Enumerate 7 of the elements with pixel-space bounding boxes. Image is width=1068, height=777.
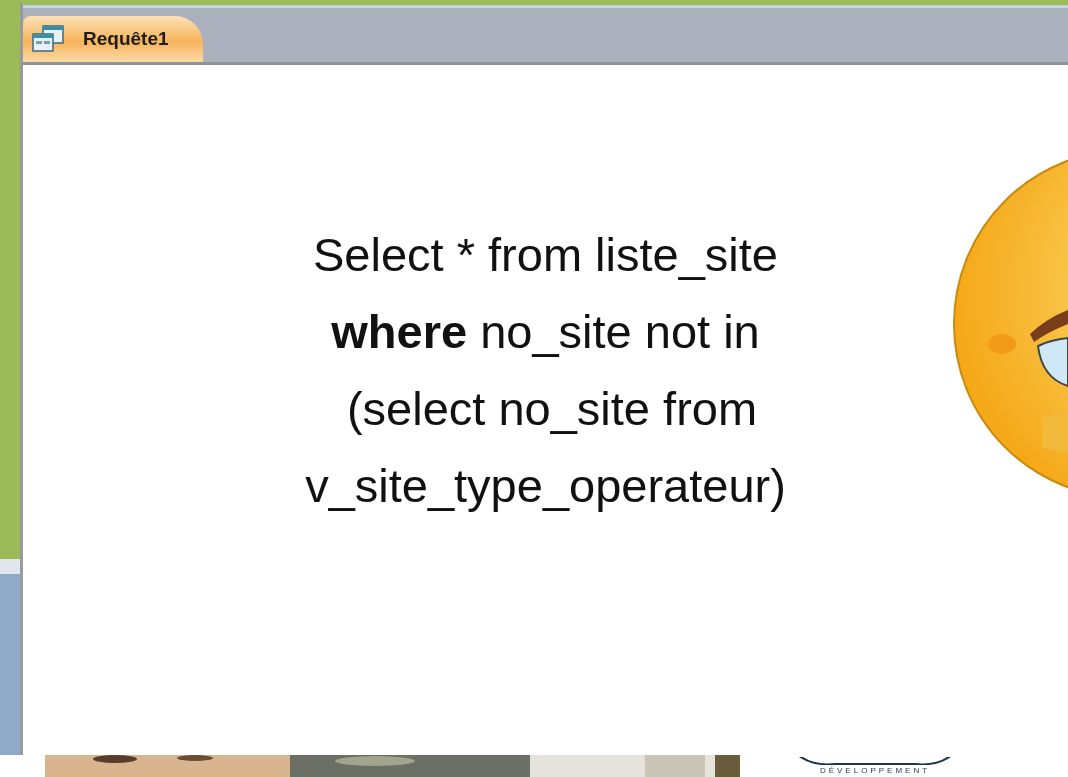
sql-text: (select no_site from [345,381,758,437]
sql-text: Select * from liste_site [313,227,778,283]
logo-tagline: DÉVELOPPEMENT [819,765,931,777]
sql-text: v_site_type_operateur) [305,458,786,514]
query-tab[interactable]: Requête1 [23,16,203,62]
sql-text: where no_site not in [331,304,760,360]
query-icon [31,25,65,53]
